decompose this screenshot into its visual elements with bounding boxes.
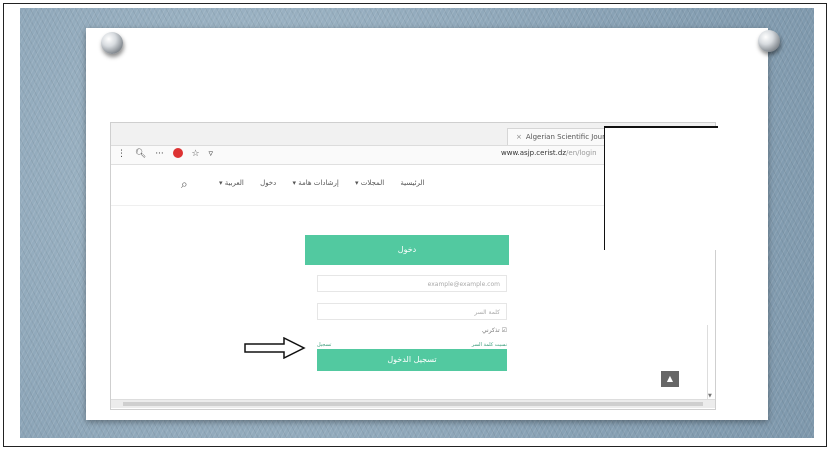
nav-item-language[interactable]: العربية ▾	[219, 179, 244, 187]
site-search-icon[interactable]: ⌕	[181, 177, 188, 192]
nav-item-journals[interactable]: المجلات ▾	[355, 179, 384, 187]
back-to-top-button[interactable]: ▲	[661, 371, 679, 387]
filter-icon[interactable]: ▿	[208, 149, 213, 159]
horizontal-scrollbar[interactable]	[111, 399, 715, 408]
login-header: دخول	[305, 235, 509, 265]
scrollbar-thumb[interactable]	[123, 402, 703, 406]
remember-me-checkbox[interactable]: تذكرني ☑	[411, 327, 507, 334]
forgot-password-link[interactable]: نسيت كلمة السر	[472, 342, 507, 348]
pushpin-icon	[101, 32, 123, 54]
email-field[interactable]: example@example.com	[317, 275, 507, 292]
nav-links: الرئيسية المجلات ▾ إرشادات هامة ▾ دخول ا…	[205, 179, 425, 187]
nav-item-login[interactable]: دخول	[260, 179, 276, 187]
pointer-arrow-icon	[244, 337, 306, 359]
nav-item-guidelines[interactable]: إرشادات هامة ▾	[293, 179, 339, 187]
adblock-icon[interactable]	[172, 148, 183, 158]
overlay-rectangle	[604, 126, 718, 250]
menu-icon[interactable]: ⋮	[117, 149, 126, 159]
browser-toolbar: ⋮ 🔍︎ ··· ☆ ▿	[117, 148, 219, 159]
vertical-scrollbar[interactable]: ▼	[707, 325, 714, 401]
register-link[interactable]: تسجيل	[317, 342, 331, 348]
login-submit-button[interactable]: تسجيل الدخول	[317, 349, 507, 371]
more-icon[interactable]: ···	[155, 149, 164, 159]
tab-title: Algerian Scientific Journ	[525, 133, 610, 141]
search-icon[interactable]: 🔍︎	[135, 149, 146, 159]
password-field[interactable]: كلمة السر	[317, 303, 507, 320]
star-icon[interactable]: ☆	[192, 149, 200, 159]
url-text[interactable]: www.asjp.cerist.dz/en/login	[501, 149, 597, 157]
pushpin-icon	[758, 30, 780, 52]
tab-close-icon[interactable]: ×	[516, 133, 522, 141]
nav-item-home[interactable]: الرئيسية	[400, 179, 424, 187]
